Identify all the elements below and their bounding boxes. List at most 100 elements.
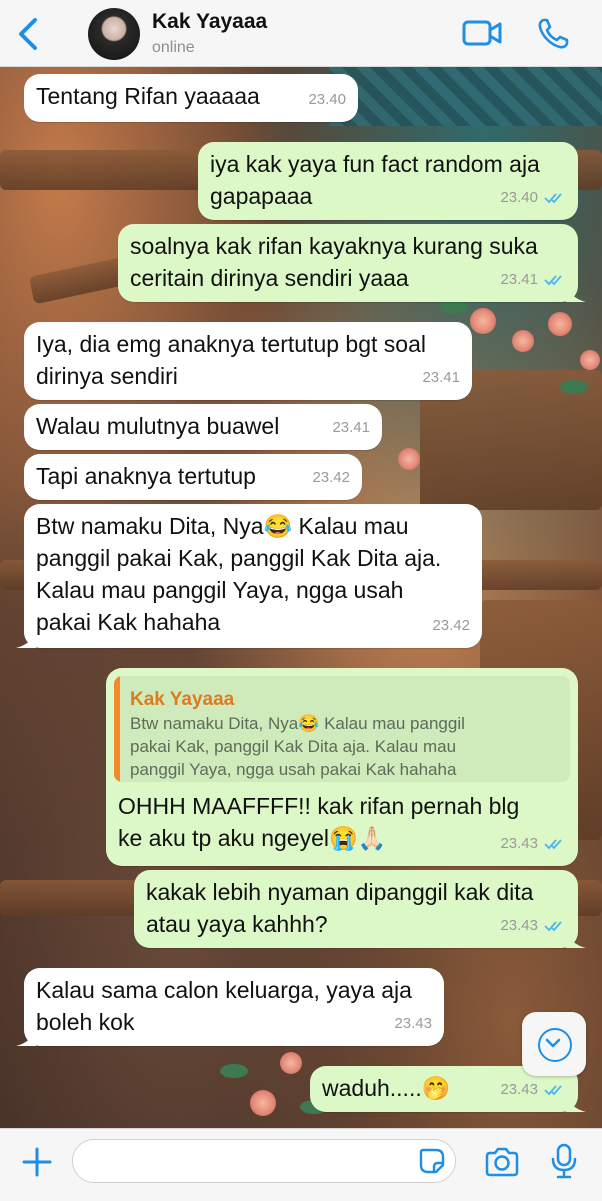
message-time: 23.41 — [500, 271, 538, 288]
message-meta: 23.40 — [500, 182, 566, 214]
message-time: 23.43 — [394, 1015, 432, 1032]
message-time: 23.43 — [500, 917, 538, 934]
chevron-left-icon — [19, 18, 37, 50]
chevron-down-icon — [545, 1038, 561, 1048]
message-input-bar — [0, 1128, 602, 1201]
message-line: ceritain dirinya sendiri yaaa — [130, 265, 409, 291]
message-text: OHHH MAAFFFF!! kak rifan pernah blg ke a… — [118, 790, 519, 854]
message-meta: 23.42 — [432, 610, 470, 642]
message-text: Kalau sama calon keluarga, yaya aja bole… — [36, 974, 412, 1038]
message-line: dirinya sendiri — [36, 363, 178, 389]
quoted-line: panggil Yaya, ngga usah pakai Kak hahaha — [130, 760, 457, 779]
camera-icon — [485, 1147, 519, 1177]
message-bubble-incoming[interactable]: Tentang Rifan yaaaaa 23.40 — [24, 74, 358, 122]
message-line: Kalau sama calon keluarga, yaya aja — [36, 977, 412, 1003]
message-meta: 23.43 — [500, 1074, 566, 1106]
message-meta: 23.41 — [500, 264, 566, 296]
message-text: kakak lebih nyaman dipanggil kak dita at… — [146, 876, 533, 940]
message-line: ke aku tp aku ngeyel😭🙏🏻 — [118, 825, 387, 851]
wallpaper-flower — [580, 350, 600, 370]
message-meta: 23.41 — [332, 412, 370, 444]
message-time: 23.42 — [312, 469, 350, 486]
bubble-tail — [16, 630, 36, 648]
bubble-tail — [566, 284, 586, 302]
message-line: gapapaaa — [210, 183, 313, 209]
quoted-line: Btw namaku Dita, Nya😂 Kalau mau panggil — [130, 714, 465, 733]
read-receipt-icon — [544, 275, 562, 286]
message-bubble-outgoing[interactable]: iya kak yaya fun fact random aja gapapaa… — [198, 142, 578, 220]
message-input[interactable] — [72, 1139, 456, 1183]
message-line: panggil pakai Kak, panggil Kak Dita aja. — [36, 545, 442, 571]
sticker-button[interactable] — [418, 1147, 446, 1175]
back-button[interactable] — [14, 14, 44, 54]
message-bubble-incoming[interactable]: Tapi anaknya tertutup 23.42 — [24, 454, 362, 500]
read-receipt-icon — [544, 839, 562, 850]
wallpaper-flower — [470, 308, 496, 334]
message-text: Iya, dia emg anaknya tertutup bgt soal d… — [36, 328, 426, 392]
message-text: waduh.....🤭 — [322, 1075, 451, 1101]
wallpaper-flower — [548, 312, 572, 336]
message-line: boleh kok — [36, 1009, 135, 1035]
wallpaper-leaf — [560, 380, 588, 394]
microphone-button[interactable] — [550, 1143, 578, 1179]
message-time: 23.40 — [308, 91, 346, 108]
read-receipt-icon — [544, 1085, 562, 1096]
message-bubble-incoming[interactable]: Iya, dia emg anaknya tertutup bgt soal d… — [24, 322, 472, 400]
message-meta: 23.43 — [500, 910, 566, 942]
plus-icon — [22, 1147, 52, 1177]
message-line: Iya, dia emg anaknya tertutup bgt soal — [36, 331, 426, 357]
quote-bar — [114, 676, 120, 782]
message-text: Tapi anaknya tertutup — [36, 463, 256, 489]
message-time: 23.43 — [500, 1081, 538, 1098]
microphone-icon — [551, 1143, 577, 1179]
voice-call-button[interactable] — [536, 17, 570, 51]
sticker-icon — [419, 1148, 445, 1174]
message-time: 23.43 — [500, 835, 538, 852]
phone-icon — [538, 18, 569, 49]
message-bubble-incoming[interactable]: Kalau sama calon keluarga, yaya aja bole… — [16, 968, 444, 1046]
wallpaper-window — [330, 66, 602, 126]
wallpaper-flower — [398, 448, 420, 470]
message-bubble-incoming[interactable]: Btw namaku Dita, Nya😂 Kalau mau panggil … — [16, 504, 482, 648]
message-meta: 23.43 — [500, 828, 566, 860]
message-bubble-outgoing-reply[interactable]: Kak Yayaaa Btw namaku Dita, Nya😂 Kalau m… — [106, 668, 578, 866]
message-bubble-outgoing[interactable]: kakak lebih nyaman dipanggil kak dita at… — [134, 870, 586, 948]
message-bubble-outgoing[interactable]: soalnya kak rifan kayaknya kurang suka c… — [118, 224, 586, 302]
message-time: 23.40 — [500, 189, 538, 206]
message-bubble-incoming[interactable]: Walau mulutnya buawel 23.41 — [24, 404, 382, 450]
message-text: Btw namaku Dita, Nya😂 Kalau mau panggil … — [36, 510, 441, 638]
message-line: kakak lebih nyaman dipanggil kak dita — [146, 879, 534, 905]
wallpaper-leaf — [220, 1064, 248, 1078]
message-line: iya kak yaya fun fact random aja — [210, 151, 540, 177]
quoted-text: Btw namaku Dita, Nya😂 Kalau mau panggil … — [130, 712, 465, 781]
quoted-message[interactable]: Kak Yayaaa Btw namaku Dita, Nya😂 Kalau m… — [114, 676, 570, 782]
contact-name[interactable]: Kak Yayaaa — [152, 10, 267, 34]
message-line: soalnya kak rifan kayaknya kurang suka — [130, 233, 538, 259]
message-time: 23.42 — [432, 617, 470, 634]
contact-status: online — [152, 39, 195, 56]
video-camera-icon — [462, 20, 502, 46]
camera-button[interactable] — [484, 1147, 520, 1177]
bubble-tail — [566, 1094, 586, 1112]
video-call-button[interactable] — [462, 18, 502, 48]
wallpaper-flower — [250, 1090, 276, 1116]
bubble-tail — [16, 1028, 36, 1046]
message-line: atau yaya kahhh? — [146, 911, 328, 937]
read-receipt-icon — [544, 921, 562, 932]
attach-button[interactable] — [20, 1145, 54, 1179]
message-text: Walau mulutnya buawel — [36, 413, 280, 439]
chevron-down-circle-icon — [538, 1028, 572, 1062]
message-line: OHHH MAAFFFF!! kak rifan pernah blg — [118, 793, 520, 819]
wallpaper-flower — [280, 1052, 302, 1074]
message-time: 23.41 — [422, 369, 460, 386]
scroll-to-bottom-button[interactable] — [522, 1012, 586, 1076]
message-text: Tentang Rifan yaaaaa — [36, 83, 260, 109]
wallpaper-leaf — [440, 300, 468, 314]
message-meta: 23.41 — [422, 362, 460, 394]
message-text: soalnya kak rifan kayaknya kurang suka c… — [130, 230, 538, 294]
message-line: pakai Kak hahaha — [36, 609, 221, 635]
read-receipt-icon — [544, 193, 562, 204]
message-meta: 23.43 — [394, 1008, 432, 1040]
avatar[interactable] — [88, 8, 140, 60]
message-text: iya kak yaya fun fact random aja gapapaa… — [210, 148, 540, 212]
